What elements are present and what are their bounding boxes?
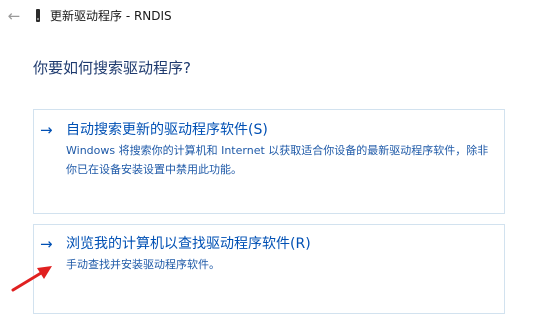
browse-computer-description: 手动查找并安装驱动程序软件。 — [66, 258, 220, 271]
title-bar: ← 更新驱动程序 - RNDIS — [0, 0, 555, 32]
auto-search-title: 自动搜索更新的驱动程序软件(S) — [66, 122, 268, 138]
back-arrow-icon[interactable]: ← — [4, 6, 24, 26]
page-heading: 你要如何搜索驱动程序? — [33, 59, 191, 77]
auto-search-description: Windows 将搜索你的计算机和 Internet 以获取适合你设备的最新驱动… — [66, 144, 489, 176]
browse-computer-option[interactable]: → 浏览我的计算机以查找驱动程序软件(R) 手动查找并安装驱动程序软件。 — [33, 224, 505, 314]
window-title: 更新驱动程序 - RNDIS — [50, 9, 172, 23]
arrow-right-icon: → — [40, 235, 53, 253]
arrow-right-icon: → — [40, 121, 53, 139]
auto-search-option[interactable]: → 自动搜索更新的驱动程序软件(S) Windows 将搜索你的计算机和 Int… — [33, 109, 505, 214]
browse-computer-title: 浏览我的计算机以查找驱动程序软件(R) — [66, 236, 311, 252]
device-icon — [36, 9, 40, 22]
